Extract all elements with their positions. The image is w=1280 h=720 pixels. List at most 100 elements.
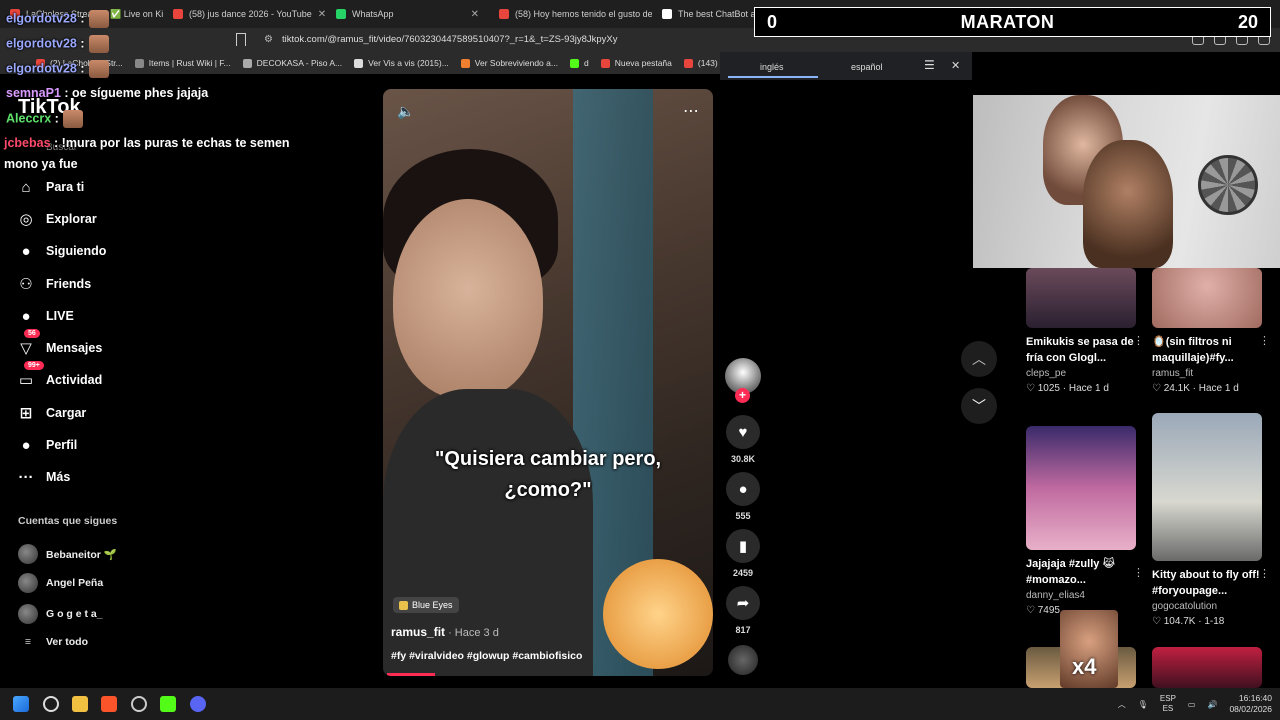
account-name: Bebaneitor 🌱 xyxy=(46,548,117,561)
comment-button[interactable]: ● 555 xyxy=(725,472,761,521)
music-disc-icon[interactable] xyxy=(728,645,758,675)
bookmark-item[interactable]: d xyxy=(564,58,595,68)
sidebar-item[interactable]: ▽ 56 Mensajes xyxy=(16,329,216,361)
sidebar-item[interactable]: ⌂ Para ti xyxy=(16,174,216,200)
bookmark-item[interactable]: Nueva pestaña xyxy=(595,58,678,68)
url-field[interactable]: tiktok.com/@ramus_fit/video/760323044758… xyxy=(282,34,618,45)
video-caption: "Quisiera cambiar pero, ¿como?" xyxy=(383,444,713,506)
sidebar-item-label: Cargar xyxy=(46,406,87,420)
translate-active-underline xyxy=(728,76,818,78)
card-stats: ♡ 104.7K · 1-18 xyxy=(1152,616,1225,627)
network-icon[interactable]: ▭ xyxy=(1188,700,1196,709)
tab-close-icon[interactable]: ✕ xyxy=(318,9,326,20)
chat-text: mono ya fue xyxy=(4,157,78,171)
translate-menu-icon[interactable]: ☰ xyxy=(924,58,935,72)
bookmark-item[interactable]: DECOKASA - Piso A... xyxy=(237,58,349,68)
sidebar-item-label: Mensajes xyxy=(46,341,103,355)
heart-icon: ♥ xyxy=(726,415,760,449)
bookmark-label: Ver Vis a vis (2015)... xyxy=(368,58,449,68)
tab-label: WhatsApp xyxy=(352,9,394,19)
browser-tab[interactable]: (58) Hoy hemos tenido el gusto de✕ xyxy=(489,0,652,28)
video-progress-bar[interactable] xyxy=(387,673,436,676)
sidebar-item[interactable]: ● Perfil xyxy=(16,432,216,458)
sidebar-item[interactable]: ⊞ Cargar xyxy=(16,400,216,426)
recommendation-card[interactable]: ⋮ Emikukis se pasa de fría con Glogl... … xyxy=(1026,268,1144,394)
chat-message: elgordotv28 : xyxy=(6,35,109,53)
card-more-icon[interactable]: ⋮ xyxy=(1259,334,1270,347)
sound-icon[interactable]: 🔈 xyxy=(397,103,414,120)
language-indicator[interactable]: ESP ES xyxy=(1160,694,1176,714)
followed-account[interactable]: G o g e t a_ xyxy=(18,604,103,624)
card-more-icon[interactable]: ⋮ xyxy=(1133,334,1144,347)
bookmark-favicon-icon xyxy=(460,58,470,68)
windows-start-icon[interactable] xyxy=(13,696,29,712)
translate-close-icon[interactable]: ✕ xyxy=(951,59,960,72)
sidebar-item[interactable]: ▭ 99+ Actividad xyxy=(16,361,216,393)
messages-icon: ▽ 56 xyxy=(16,329,40,358)
author-name[interactable]: ramus_fit xyxy=(391,625,445,639)
next-video-button[interactable]: ﹀ xyxy=(961,388,997,424)
save-button[interactable]: ▮ 2459 xyxy=(725,529,761,578)
recommendation-card[interactable]: ⋮ 🪞(sin filtros ni maquillaje)#fy... ram… xyxy=(1152,268,1270,394)
effect-pill[interactable]: Blue Eyes xyxy=(393,597,459,613)
sidebar-item-label: Friends xyxy=(46,277,92,291)
card-title: 🪞(sin filtros ni maquillaje)#fy... xyxy=(1152,336,1234,364)
video-hashtags[interactable]: #fy #viralvideo #glowup #cambiofisico xyxy=(391,650,582,662)
bookmark-item[interactable]: Ver Sobreviviendo a... xyxy=(455,58,564,68)
like-button[interactable]: ♥ 30.8K xyxy=(725,415,761,464)
translate-lang-from[interactable]: inglés xyxy=(760,62,784,72)
chevron-up-icon[interactable]: ︿ xyxy=(1118,699,1126,710)
share-button[interactable]: ➦ 817 xyxy=(725,586,761,635)
bookmark-icon[interactable] xyxy=(236,33,246,46)
card-more-icon[interactable]: ⋮ xyxy=(1259,567,1270,580)
card-thumbnail xyxy=(1026,268,1136,328)
search-icon[interactable] xyxy=(43,696,59,712)
bookmark-item[interactable]: Items | Rust Wiki | F... xyxy=(129,58,237,68)
card-title: Kitty about to fly off! #foryoupage... xyxy=(1152,569,1260,597)
discord-icon[interactable] xyxy=(190,696,206,712)
sidebar-item[interactable]: ● LIVE xyxy=(16,303,216,329)
recommendation-card[interactable]: ⋮ Jajajaja #zully 😹 #momazo... danny_eli… xyxy=(1026,426,1144,616)
follow-plus-button[interactable]: + xyxy=(735,388,750,403)
profile-icon: ● xyxy=(21,436,31,454)
sidebar-item[interactable]: ··· Más xyxy=(16,464,216,490)
sidebar-item[interactable]: ◎ Explorar xyxy=(16,206,216,232)
bookmark-label: Items | Rust Wiki | F... xyxy=(148,58,231,68)
obs-icon[interactable] xyxy=(131,696,147,712)
webcam-person-front xyxy=(1083,140,1173,268)
tab-close-icon[interactable]: ✕ xyxy=(471,9,479,20)
card-more-icon[interactable]: ⋮ xyxy=(1133,566,1144,579)
followed-account[interactable]: Bebaneitor 🌱 xyxy=(18,544,117,564)
see-all-link[interactable]: ≡ Ver todo xyxy=(18,636,88,648)
sidebar-item[interactable]: ● Siguiendo xyxy=(16,238,216,264)
site-settings-icon[interactable]: ⚙ xyxy=(264,34,273,45)
browser-tab[interactable]: WhatsApp ✕ xyxy=(326,0,489,28)
effect-label: Blue Eyes xyxy=(412,600,453,610)
recommendation-card[interactable]: ⋮ Kitty about to fly off! #foryoupage...… xyxy=(1152,413,1270,627)
previous-video-button[interactable]: ︿ xyxy=(961,341,997,377)
microphone-icon[interactable]: 🎙 xyxy=(1138,700,1148,709)
clock[interactable]: 16:16:40 08/02/2026 xyxy=(1229,693,1272,715)
bookmark-label: d xyxy=(583,58,589,68)
chat-username: elgordotv28 xyxy=(6,11,77,26)
more-options-icon[interactable]: ⋯ xyxy=(683,101,699,121)
browser-tab[interactable]: (58) jus dance 2026 - YouTube ✕ xyxy=(163,0,326,28)
video-player[interactable]: 🔈 ⋯ "Quisiera cambiar pero, ¿como?" Blue… xyxy=(383,89,713,676)
brave-browser-icon[interactable] xyxy=(101,696,117,712)
chat-message: elgordotv28 : xyxy=(6,10,109,28)
bookmark-item[interactable]: Ver Vis a vis (2015)... xyxy=(348,58,455,68)
share-icon: ➦ xyxy=(726,586,760,620)
kick-icon[interactable] xyxy=(160,696,176,712)
file-explorer-icon[interactable] xyxy=(72,696,88,712)
volume-icon[interactable]: 🔊 xyxy=(1207,700,1217,709)
lang-bottom: ES xyxy=(1162,704,1174,713)
translate-lang-to[interactable]: español xyxy=(851,62,883,72)
followed-account[interactable]: Angel Peña xyxy=(18,573,103,593)
avatar xyxy=(18,544,38,564)
sidebar-item[interactable]: ⚇ Friends xyxy=(16,271,216,297)
caption-line-2: ¿como?" xyxy=(504,479,592,501)
card-thumbnail xyxy=(1152,268,1262,328)
video-author[interactable]: ramus_fit · Hace 3 d xyxy=(391,625,499,639)
bookmark-label: DECOKASA - Piso A... xyxy=(256,58,343,68)
recommendation-thumbnail[interactable] xyxy=(1152,647,1262,688)
